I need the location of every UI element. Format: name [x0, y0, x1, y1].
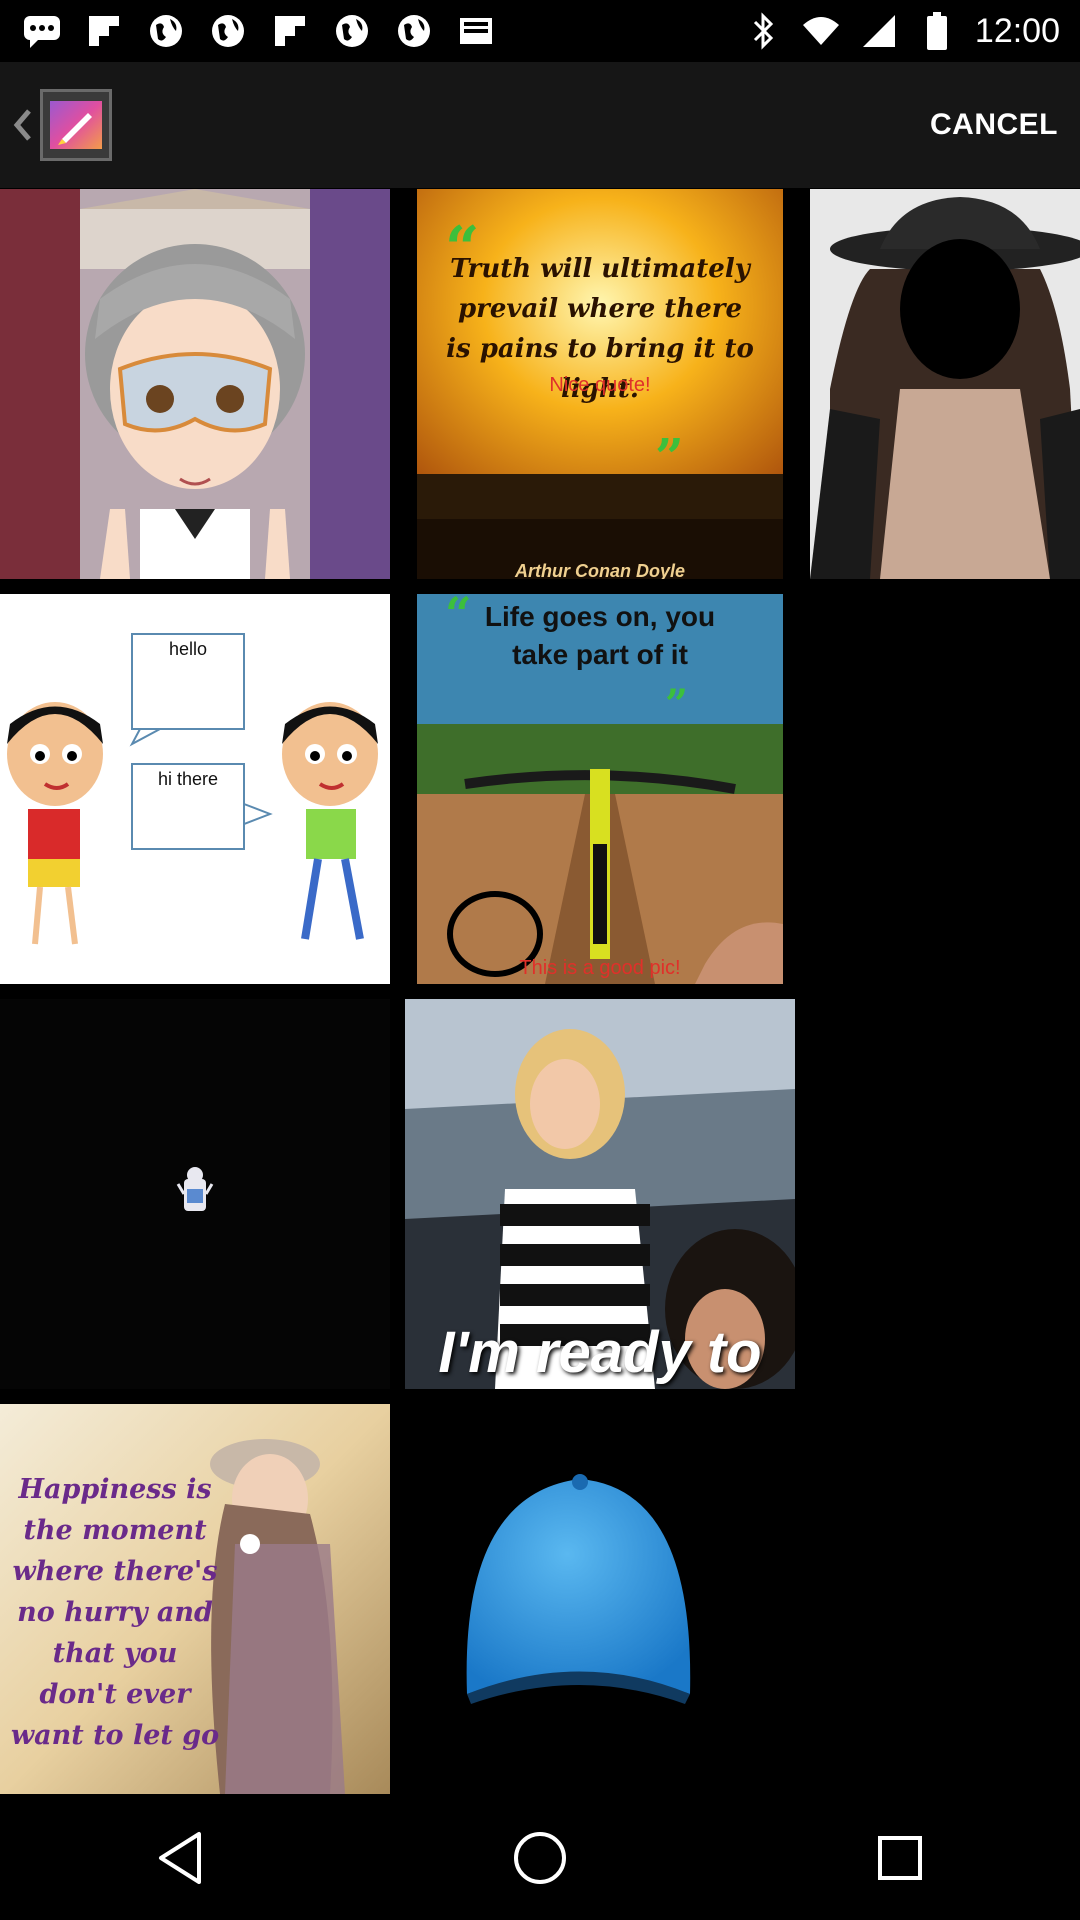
notification-icons — [0, 11, 496, 51]
bubble-hi-there-text: hi there — [157, 769, 219, 789]
bubble-hello-text: hello — [168, 639, 208, 659]
svg-text:“: “ — [445, 594, 471, 641]
inbox-icon — [456, 11, 496, 51]
svg-text:”: ” — [665, 681, 688, 728]
home-nav-icon[interactable] — [495, 1813, 585, 1903]
truth-quote-image[interactable]: “ ” Truth will ultimately prevail where … — [405, 189, 795, 579]
globe-icon — [208, 11, 248, 51]
back-chevron-icon[interactable] — [8, 95, 38, 155]
happiness-quote-text: Happiness is the moment where there's no… — [10, 1474, 220, 1751]
bluetooth-icon — [743, 11, 783, 51]
truth-quote-overlay: Nice quote! — [549, 374, 651, 396]
globe-icon — [394, 11, 434, 51]
navigation-bar — [0, 1795, 1080, 1920]
signal-icon — [859, 11, 899, 51]
status-bar: 12:00 — [0, 0, 1080, 62]
ready-girl-caption: I'm ready to — [438, 1320, 762, 1385]
svg-text:”: ” — [655, 427, 684, 486]
cancel-button[interactable]: CANCEL — [930, 98, 1058, 152]
ready-girl-image[interactable]: I'm ready to — [405, 999, 795, 1389]
blue-cap-image[interactable] — [405, 1404, 795, 1794]
dark-figure-image[interactable] — [0, 999, 390, 1389]
happiness-quote-image[interactable]: Happiness is the moment where there's no… — [0, 1404, 390, 1794]
clock: 12:00 — [974, 11, 1060, 50]
wifi-icon — [801, 11, 841, 51]
bike-quote-overlay: This is a good pic! — [519, 957, 681, 979]
hello-cartoon-image[interactable]: hello hi there — [0, 594, 390, 984]
battery-icon — [917, 11, 957, 51]
flipboard-icon — [84, 11, 124, 51]
gallery-icon[interactable] — [40, 89, 112, 161]
message-icon — [22, 11, 62, 51]
recents-nav-icon[interactable] — [855, 1813, 945, 1903]
bike-quote-image[interactable]: “ ” Life goes on, you take part of it Th… — [405, 594, 795, 984]
action-bar: CANCEL — [0, 62, 1080, 188]
globe-icon — [146, 11, 186, 51]
back-nav-icon[interactable] — [135, 1813, 225, 1903]
system-icons: 12:00 — [743, 11, 1080, 51]
anime-masked-girl-image[interactable] — [0, 189, 390, 579]
flipboard-icon — [270, 11, 310, 51]
truth-quote-author: Arthur Conan Doyle — [514, 561, 685, 579]
bike-quote-text: Life goes on, you take part of it — [484, 601, 716, 670]
globe-icon — [332, 11, 372, 51]
masked-man-image[interactable] — [810, 189, 1080, 579]
